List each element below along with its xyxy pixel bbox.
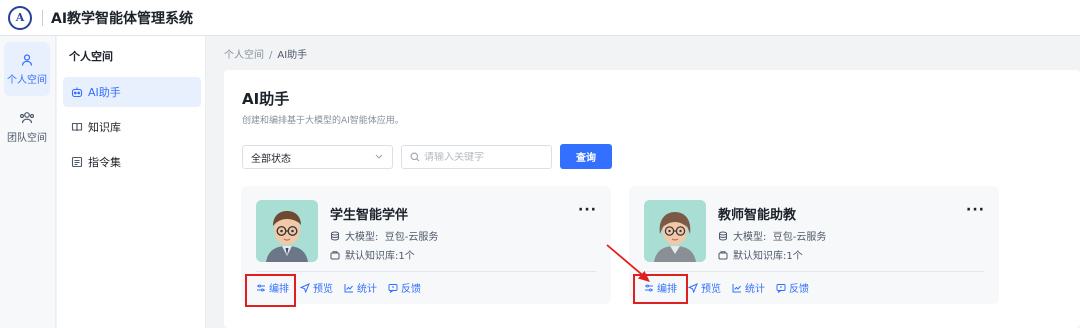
header-divider [42,9,43,26]
card-divider [256,271,596,272]
knowledge-icon [718,250,728,259]
university-logo: A [8,5,32,30]
model-label: 大模型: [733,232,767,243]
database-icon [719,231,727,241]
feedback-label: 反馈 [789,284,809,295]
page-title: AI助手 [242,90,290,108]
assistant-avatar [256,200,318,262]
model-value: 豆包-云服务 [772,232,827,243]
subnav-item-label: 知识库 [88,121,121,134]
preview-label: 预览 [313,284,333,295]
statistics-button[interactable]: 统计 [732,280,765,295]
subnav-title: 个人空间 [69,50,113,63]
book-icon [71,122,83,132]
search-field[interactable] [401,145,552,169]
chart-icon [344,283,353,292]
user-icon [21,53,33,66]
rail-item-personal-space[interactable]: 个人空间 [4,42,50,96]
feedback-button[interactable]: 反馈 [776,280,809,295]
search-icon [410,152,420,162]
send-icon [688,282,698,293]
chevron-down-icon [375,154,383,159]
rail-item-team-space[interactable]: 团队空间 [4,100,50,154]
more-options-button[interactable]: ··· [966,202,985,218]
preview-label: 预览 [701,284,721,295]
model-info: 大模型: 豆包-云服务 [718,228,826,243]
subnav-item-ai-assistant[interactable]: AI助手 [63,77,201,107]
model-label: 大模型: [345,232,379,243]
team-icon [19,111,35,123]
knowledge-base-label: 默认知识库: [345,251,399,262]
assistant-name: 学生智能学伴 [330,208,409,223]
app-title: AI教学智能体管理系统 [51,10,194,27]
knowledge-base-info: 默认知识库: 1个 [718,247,803,262]
highlight-box [245,274,296,307]
card-divider [644,271,984,272]
statistics-label: 统计 [357,284,377,295]
chart-icon [732,283,741,292]
assistant-card[interactable]: 学生智能学伴 ··· 大模型: 豆包-云服务 默认知识库: 1个 编排 预览 统计 [241,186,611,304]
status-select-value: 全部状态 [251,153,291,165]
subnav-item-command-set[interactable]: 指令集 [63,147,201,177]
page-description: 创建和编排基于大模型的AI智能体应用。 [242,116,404,126]
knowledge-base-info: 默认知识库: 1个 [330,247,415,262]
status-select[interactable]: 全部状态 [242,145,393,169]
top-header: A AI教学智能体管理系统 [0,0,1080,36]
preview-button[interactable]: 预览 [688,280,721,295]
knowledge-base-value: 1个 [786,251,803,262]
breadcrumb-current: AI助手 [277,50,308,61]
message-icon [776,283,786,293]
subnav-item-label: AI助手 [88,86,121,99]
breadcrumb-separator: / [269,50,273,61]
knowledge-base-label: 默认知识库: [733,251,787,262]
left-rail: 个人空间 团队空间 [0,36,56,328]
list-icon [71,156,83,168]
breadcrumb: 个人空间 / AI助手 [224,46,307,61]
sub-sidebar: 个人空间 AI助手 知识库 指令集 [57,36,206,328]
knowledge-base-value: 1个 [398,251,415,262]
rail-item-label: 个人空间 [7,74,47,86]
rail-item-label: 团队空间 [7,132,47,144]
feedback-label: 反馈 [401,284,421,295]
search-input[interactable] [424,151,544,163]
model-info: 大模型: 豆包-云服务 [330,228,438,243]
knowledge-icon [330,250,340,259]
feedback-button[interactable]: 反馈 [388,280,421,295]
message-icon [388,283,398,293]
assistant-name: 教师智能助教 [718,208,797,223]
send-icon [300,282,310,293]
statistics-label: 统计 [745,284,765,295]
search-button[interactable]: 查询 [560,144,612,169]
subnav-item-knowledge-base[interactable]: 知识库 [63,112,201,142]
annotation-arrow-icon [606,244,650,282]
database-icon [331,231,339,241]
more-options-button[interactable]: ··· [578,202,597,218]
model-value: 豆包-云服务 [384,232,439,243]
breadcrumb-root[interactable]: 个人空间 [224,50,264,61]
preview-button[interactable]: 预览 [300,280,333,295]
robot-icon [71,87,83,98]
statistics-button[interactable]: 统计 [344,280,377,295]
subnav-item-label: 指令集 [88,156,121,169]
